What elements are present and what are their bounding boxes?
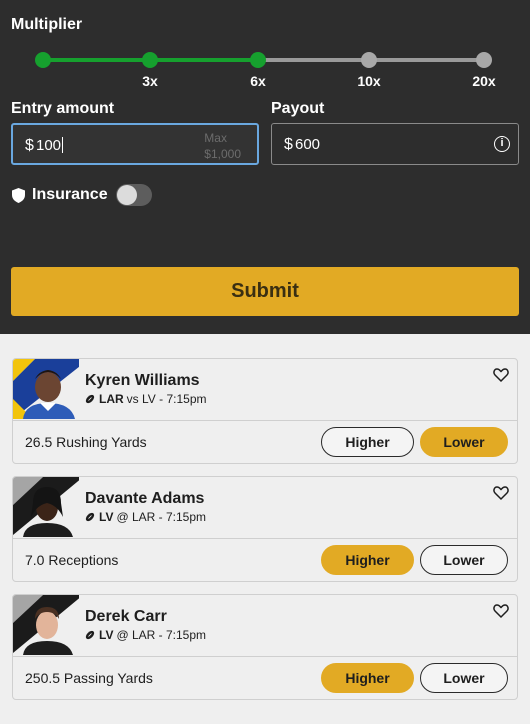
- multiplier-title: Multiplier: [11, 16, 83, 33]
- lower-button[interactable]: Lower: [420, 427, 508, 457]
- matchup-text: @ LAR - 7:15pm: [116, 510, 207, 524]
- tick-label-6x: 6x: [250, 73, 266, 89]
- player-avatar-derek-carr: [13, 595, 79, 655]
- slider-stop-start[interactable]: [35, 52, 51, 68]
- insurance-toggle[interactable]: [115, 184, 152, 206]
- heart-icon[interactable]: [493, 485, 509, 501]
- entry-amount-label: Entry amount: [11, 100, 115, 117]
- payout-value: 600: [295, 136, 321, 153]
- slider-stop-20x[interactable]: [476, 52, 492, 68]
- pick-card-davante-adams: Davante Adams LV @ LAR - 7:15pm 7.0 Rece…: [12, 476, 518, 582]
- heart-icon[interactable]: [493, 367, 509, 383]
- tick-label-10x: 10x: [357, 73, 381, 89]
- max-hint: Max $1,000: [204, 131, 241, 161]
- football-icon: [85, 630, 95, 640]
- higher-button[interactable]: Higher: [321, 663, 414, 693]
- heart-icon[interactable]: [493, 603, 509, 619]
- entry-amount-field[interactable]: $ 100 Max $1,000: [11, 123, 259, 165]
- player-avatar-kyren-williams: [13, 359, 79, 419]
- slider-stop-10x[interactable]: [361, 52, 377, 68]
- game-info: LV @ LAR - 7:15pm: [85, 628, 206, 642]
- pick-card-header: Derek Carr LV @ LAR - 7:15pm: [13, 595, 517, 657]
- player-name: Kyren Williams: [85, 372, 200, 389]
- pick-card-header: Davante Adams LV @ LAR - 7:15pm: [13, 477, 517, 539]
- tick-label-3x: 3x: [142, 73, 158, 89]
- payout-label: Payout: [271, 100, 325, 117]
- player-avatar-davante-adams: [13, 477, 79, 537]
- game-info: LV @ LAR - 7:15pm: [85, 510, 206, 524]
- entry-amount-value[interactable]: 100: [36, 137, 64, 154]
- team-abbrev: LV: [99, 510, 114, 524]
- higher-button[interactable]: Higher: [321, 427, 414, 457]
- pick-card-kyren-williams: Kyren Williams LAR vs LV - 7:15pm 26.5 R…: [12, 358, 518, 464]
- player-name: Davante Adams: [85, 490, 205, 507]
- payout-field: $ 600 i: [271, 123, 519, 165]
- football-icon: [85, 512, 95, 522]
- pick-card-header: Kyren Williams LAR vs LV - 7:15pm: [13, 359, 517, 421]
- info-icon[interactable]: i: [494, 136, 510, 152]
- team-abbrev: LV: [99, 628, 114, 642]
- stat-line: 7.0 Receptions: [25, 552, 119, 568]
- matchup-text: vs LV - 7:15pm: [126, 392, 207, 406]
- higher-button[interactable]: Higher: [321, 545, 414, 575]
- multiplier-slider[interactable]: [35, 50, 492, 70]
- football-icon: [85, 394, 95, 404]
- lower-button[interactable]: Lower: [420, 663, 508, 693]
- tick-label-20x: 20x: [472, 73, 496, 89]
- toggle-knob: [116, 185, 137, 205]
- stat-line: 250.5 Passing Yards: [25, 670, 153, 686]
- pick-card-derek-carr: Derek Carr LV @ LAR - 7:15pm 250.5 Passi…: [12, 594, 518, 700]
- team-abbrev: LAR: [99, 392, 124, 406]
- insurance-label: Insurance: [32, 186, 108, 203]
- submit-button[interactable]: Submit: [11, 267, 519, 316]
- matchup-text: @ LAR - 7:15pm: [116, 628, 207, 642]
- player-name: Derek Carr: [85, 608, 167, 625]
- slider-stop-3x[interactable]: [142, 52, 158, 68]
- entry-currency-symbol: $: [25, 137, 34, 154]
- entry-panel: Multiplier 3x 6x 10x 20x Entry amount $ …: [0, 0, 530, 334]
- lower-button[interactable]: Lower: [420, 545, 508, 575]
- stat-line: 26.5 Rushing Yards: [25, 434, 147, 450]
- slider-stop-6x[interactable]: [250, 52, 266, 68]
- shield-icon: [12, 187, 25, 203]
- insurance-row: Insurance: [12, 184, 152, 206]
- game-info: LAR vs LV - 7:15pm: [85, 392, 206, 406]
- payout-currency-symbol: $: [284, 136, 293, 153]
